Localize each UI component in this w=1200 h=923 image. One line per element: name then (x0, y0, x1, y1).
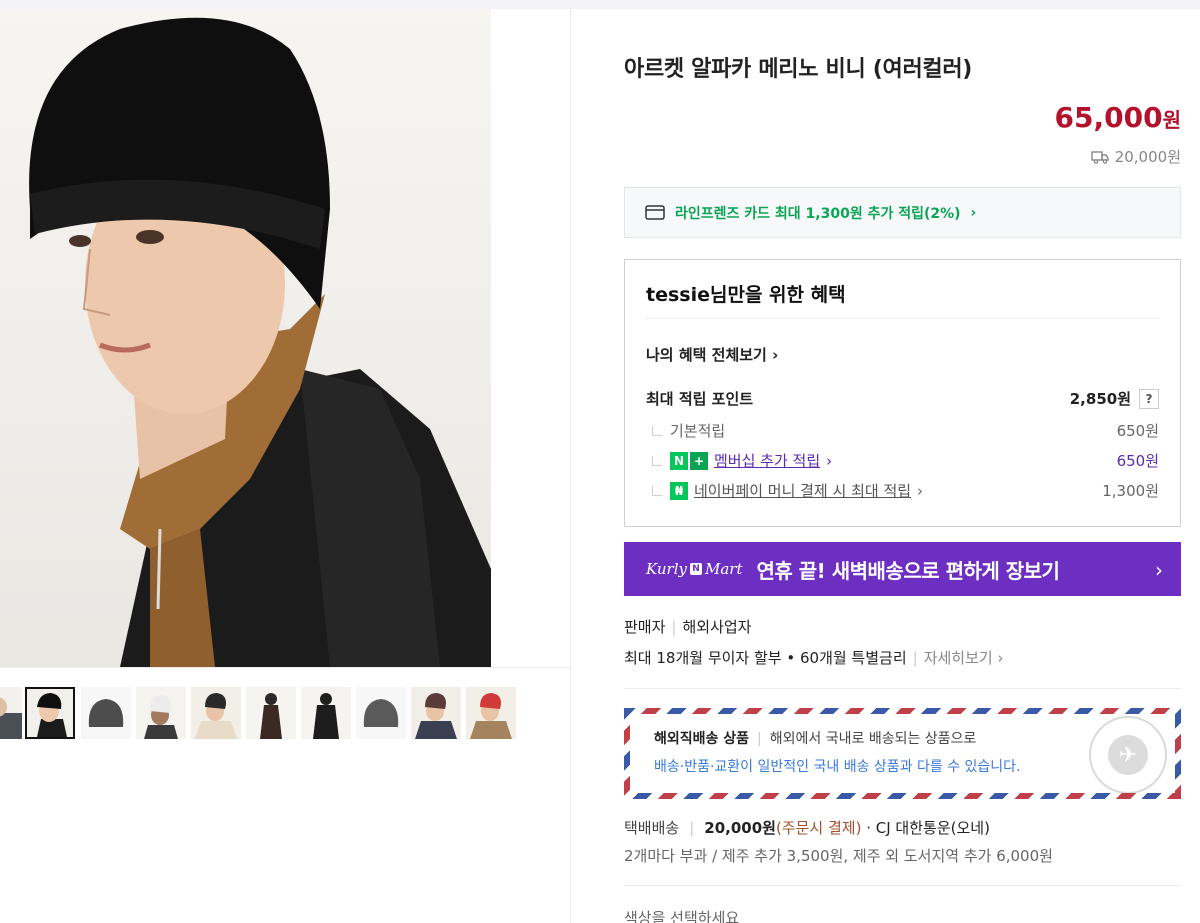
member-benefit-box: tessie님만을 위한 혜택 나의 혜택 전체보기 › 최대 적립 포인트 2… (624, 259, 1181, 527)
logo-n-mark: N (689, 563, 702, 575)
logo-left-text: Kurly (646, 560, 687, 578)
thumbnail[interactable] (411, 687, 461, 739)
shipping-carrier: · CJ 대한통운(오네) (866, 819, 990, 837)
kurly-mart-ad-banner[interactable]: Kurly N Mart 연휴 끝! 새벽배송으로 편하게 장보기 › (624, 542, 1181, 596)
credit-card-icon (645, 205, 665, 220)
divider (624, 885, 1181, 886)
help-icon[interactable]: ? (1139, 388, 1159, 409)
tree-corner (652, 485, 662, 496)
product-price: 65,000원 (1055, 101, 1181, 134)
top-bar (0, 0, 1200, 9)
seller-label: 판매자 (624, 618, 666, 636)
tree-corner (652, 455, 662, 466)
overseas-shipping-notice: 해외직배송 상품 | 해외에서 국내로 배송되는 상품으로 배송·반품·교환이 일반… (624, 708, 1181, 799)
thumbnail[interactable] (301, 687, 351, 739)
thumbnail[interactable] (81, 687, 131, 739)
naver-plus-icon: N + (670, 451, 708, 470)
kurly-mart-logo: Kurly N Mart (646, 560, 742, 578)
naverpay-points-link[interactable]: 네이버페이 머니 결제 시 최대 적립 (694, 480, 911, 501)
max-points-label: 최대 적립 포인트 (646, 390, 754, 408)
price-value: 65,000 (1054, 101, 1163, 134)
basic-points-value: 650원 (1116, 422, 1159, 440)
benefit-heading: tessie님만을 위한 혜택 (646, 284, 846, 306)
shipping-price-value: 20,000원 (1114, 148, 1181, 166)
card-promo-banner[interactable]: 라인프렌즈 카드 최대 1,300원 추가 적립(2%) › (624, 187, 1181, 238)
chevron-right-icon: › (772, 346, 779, 364)
banner-message: 연휴 끝! 새벽배송으로 편하게 장보기 (756, 558, 1060, 583)
shipping-label: 택배배송 (624, 819, 680, 837)
installment-more-label: 자세히보기 (923, 649, 993, 667)
overseas-desc: 해외에서 국내로 배송되는 상품으로 (769, 731, 977, 747)
overseas-title-line: 해외직배송 상품 | 해외에서 국내로 배송되는 상품으로 (654, 731, 977, 747)
overseas-title: 해외직배송 상품 (654, 731, 750, 747)
thumbnail[interactable] (191, 687, 241, 739)
view-all-benefits-link[interactable]: 나의 혜택 전체보기 › (646, 344, 778, 365)
installment-info: 최대 18개월 무이자 할부 • 60개월 특별금리 | 자세히보기 › (624, 649, 1004, 667)
product-title: 아르켓 알파카 메리노 비니 (여러컬러) (624, 57, 973, 82)
thumbnail[interactable] (356, 687, 406, 739)
tree-corner (652, 425, 662, 436)
divider (624, 688, 1181, 689)
card-promo-text: 라인프렌즈 카드 최대 1,300원 추가 적립(2%) (675, 205, 961, 222)
price-unit: 원 (1162, 108, 1181, 132)
shipping-info: 택배배송 | 20,000원(주문시 결제) · CJ 대한통운(오네) (624, 819, 990, 837)
airmail-stamp-icon: ✈ (1089, 716, 1167, 793)
installment-text: 최대 18개월 무이자 할부 • 60개월 특별금리 (624, 649, 907, 667)
benefit-row-basic: 기본적립 650원 (646, 420, 1159, 441)
gallery-divider (0, 667, 571, 668)
basic-points-label: 기본적립 (670, 422, 726, 440)
shipping-price: 20,000원 (1091, 146, 1181, 167)
benefit-row-membership: N + 멤버십 추가 적립 › 650원 (646, 450, 1159, 471)
installment-more-link[interactable]: 자세히보기 › (924, 649, 1004, 667)
membership-points-value: 650원 (1116, 452, 1159, 470)
thumbnail[interactable] (0, 687, 22, 739)
max-points-value: 2,850원 (1069, 390, 1131, 408)
membership-points-link[interactable]: 멤버십 추가 적립 (714, 450, 820, 471)
thumbnail[interactable] (246, 687, 296, 739)
naverpay-points-value: 1,300원 (1102, 482, 1159, 500)
thumbnail[interactable] (466, 687, 516, 739)
chevron-right-icon: › (917, 481, 924, 500)
benefit-row-naverpay: ₦ 네이버페이 머니 결제 시 최대 적립 › 1,300원 (646, 480, 1159, 501)
shipping-extra: 2개마다 부과 / 제주 추가 3,500원, 제주 외 도서지역 추가 6,0… (624, 847, 1053, 865)
view-all-benefits-label: 나의 혜택 전체보기 (646, 346, 767, 364)
chevron-right-icon: › (1155, 558, 1163, 582)
shipping-fee: 20,000원 (704, 819, 776, 837)
max-points-row: 최대 적립 포인트 2,850원 ? (646, 388, 1159, 409)
naverpay-icon: ₦ (670, 481, 688, 500)
thumbnail-selected[interactable] (25, 687, 75, 739)
logo-right-text: Mart (704, 560, 743, 578)
color-option-prompt[interactable]: 색상을 선택하세요 (624, 907, 739, 923)
seller-info: 판매자 | 해외사업자 (624, 618, 752, 636)
main-product-image (0, 9, 491, 667)
truck-icon (1091, 150, 1109, 164)
product-gallery (0, 9, 571, 923)
seller-value: 해외사업자 (682, 618, 752, 636)
overseas-notice: 배송·반품·교환이 일반적인 국내 배송 상품과 다를 수 있습니다. (654, 759, 1021, 775)
benefit-divider (646, 318, 1159, 319)
shipping-fee-note: (주문시 결제) (775, 819, 862, 837)
chevron-right-icon: › (826, 451, 833, 470)
chevron-right-icon: › (970, 204, 977, 221)
thumbnail[interactable] (136, 687, 186, 739)
